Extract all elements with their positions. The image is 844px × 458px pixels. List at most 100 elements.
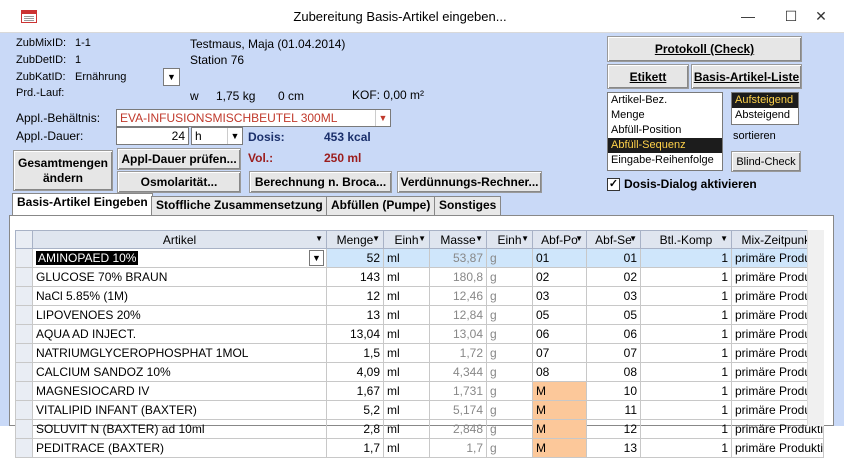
table-row[interactable]: NaCl 5.85% (1M) 12 ml 12,46 g 03 03 1 primäre Pr… (15, 286, 824, 306)
cell-abf-pos[interactable]: M (532, 381, 587, 401)
table-row[interactable]: CALCIUM SANDOZ 10% 4,09 ml 4,344 g 08 08 1 primä… (15, 362, 824, 382)
cell-abf-pos[interactable]: 01 (532, 248, 587, 268)
table-row[interactable]: MAGNESIOCARD IV 1,67 ml 1,731 g M 10 1 primäre P… (15, 381, 824, 401)
appl-dauer-pruefen-button[interactable]: Appl-Dauer prüfen... (117, 148, 241, 170)
cell-btl-komp[interactable]: 1 (640, 305, 732, 325)
table-row[interactable]: NATRIUMGLYCEROPHOSPHAT 1MOL 1,5 ml 1,72 g 07 0… (15, 343, 824, 363)
cell-menge[interactable]: 13,04 (326, 324, 384, 344)
cell-einh[interactable]: ml (383, 248, 430, 268)
cell-einh[interactable]: ml (383, 400, 430, 420)
cell-masse[interactable]: 180,8 (429, 267, 487, 287)
cell-masse[interactable]: 13,04 (429, 324, 487, 344)
chevron-down-icon[interactable]: ▼ (375, 110, 390, 126)
sort-order-item-selected[interactable]: Aufsteigend (732, 93, 798, 108)
cell-btl-komp[interactable]: 1 (640, 248, 732, 268)
behaeltnis-combo[interactable]: EVA-INFUSIONSMISCHBEUTEL 300ML ▼ (116, 109, 391, 127)
sort-field-item[interactable]: Menge (608, 108, 722, 123)
cell-einh-masse[interactable]: g (486, 248, 533, 268)
cell-einh-masse[interactable]: g (486, 381, 533, 401)
cell-einh-masse[interactable]: g (486, 305, 533, 325)
cell-abf-seq[interactable]: 01 (586, 248, 641, 268)
cell-menge[interactable]: 12 (326, 286, 384, 306)
chevron-down-icon[interactable]: ▼ (227, 128, 242, 144)
zubkatid-dropdown[interactable]: ▼ (163, 68, 180, 86)
cell-abf-pos[interactable]: M (532, 438, 587, 458)
cell-menge[interactable]: 5,2 (326, 400, 384, 420)
cell-einh-masse[interactable]: g (486, 362, 533, 382)
cell-einh-masse[interactable]: g (486, 400, 533, 420)
select-all-corner[interactable] (15, 230, 33, 249)
row-selector[interactable] (15, 324, 33, 344)
cell-masse[interactable]: 1,7 (429, 438, 487, 458)
row-selector[interactable] (15, 343, 33, 363)
column-header[interactable]: Artikel ▼ (32, 230, 327, 249)
sort-field-item[interactable]: Eingabe-Reihenfolge (608, 153, 722, 168)
row-selector[interactable] (15, 438, 33, 458)
cell-einh[interactable]: ml (383, 267, 430, 287)
cell-btl-komp[interactable]: 1 (640, 324, 732, 344)
chevron-down-icon[interactable]: ▼ (720, 234, 728, 243)
cell-artikel[interactable]: NATRIUMGLYCEROPHOSPHAT 1MOL (32, 343, 327, 363)
cell-mix-zeitpunkt[interactable]: primäre Produkti (731, 438, 824, 458)
blind-check-button[interactable]: Blind-Check (731, 151, 801, 172)
cell-abf-pos[interactable]: 05 (532, 305, 587, 325)
cell-einh-masse[interactable]: g (486, 419, 533, 439)
column-header[interactable]: Abf-Po ▼ (532, 230, 587, 249)
table-row[interactable]: VITALIPID INFANT (BAXTER) 5,2 ml 5,174 g M 11 1… (15, 400, 824, 420)
cell-abf-pos[interactable]: 08 (532, 362, 587, 382)
cell-artikel[interactable]: AMINOPAED 10% ▼ (32, 248, 327, 268)
basis-artikel-liste-button[interactable]: Basis-Artikel-Liste (691, 64, 802, 89)
cell-einh-masse[interactable]: g (486, 286, 533, 306)
tab-abfuellen-pumpe[interactable]: Abfüllen (Pumpe) (326, 196, 436, 215)
column-header[interactable]: Masse ▼ (429, 230, 487, 249)
cell-artikel[interactable]: CALCIUM SANDOZ 10% (32, 362, 327, 382)
cell-masse[interactable]: 53,87 (429, 248, 487, 268)
cell-einh[interactable]: ml (383, 419, 430, 439)
cell-abf-seq[interactable]: 02 (586, 267, 641, 287)
etikett-button[interactable]: Etikett (607, 64, 689, 89)
cell-masse[interactable]: 4,344 (429, 362, 487, 382)
cell-btl-komp[interactable]: 1 (640, 286, 732, 306)
cell-abf-seq[interactable]: 13 (586, 438, 641, 458)
cell-abf-pos[interactable]: M (532, 400, 587, 420)
cell-einh-masse[interactable]: g (486, 343, 533, 363)
cell-abf-seq[interactable]: 08 (586, 362, 641, 382)
row-selector[interactable] (15, 400, 33, 420)
row-selector[interactable] (15, 305, 33, 325)
cell-abf-seq[interactable]: 11 (586, 400, 641, 420)
tab-basis-artikel[interactable]: Basis-Artikel Eingeben (12, 193, 153, 216)
table-row[interactable]: AQUA AD INJECT. 13,04 ml 13,04 g 06 06 1 primäre… (15, 324, 824, 344)
table-row[interactable]: LIPOVENOES 20% 13 ml 12,84 g 05 05 1 primäre Pro… (15, 305, 824, 325)
row-selector[interactable] (15, 419, 33, 439)
gesamtmengen-button[interactable]: Gesamtmengen ändern (13, 150, 113, 191)
cell-btl-komp[interactable]: 1 (640, 381, 732, 401)
cell-masse[interactable]: 2,848 (429, 419, 487, 439)
cell-einh[interactable]: ml (383, 343, 430, 363)
cell-artikel[interactable]: GLUCOSE 70% BRAUN (32, 267, 327, 287)
cell-btl-komp[interactable]: 1 (640, 267, 732, 287)
cell-artikel[interactable]: PEDITRACE (BAXTER) (32, 438, 327, 458)
cell-abf-seq[interactable]: 07 (586, 343, 641, 363)
cell-btl-komp[interactable]: 1 (640, 362, 732, 382)
cell-btl-komp[interactable]: 1 (640, 343, 732, 363)
cell-artikel[interactable]: SOLUVIT N (BAXTER) ad 10ml (32, 419, 327, 439)
cell-menge[interactable]: 1,67 (326, 381, 384, 401)
sort-field-item-selected[interactable]: Abfüll-Sequenz (608, 138, 722, 153)
sort-field-item[interactable]: Artikel-Bez. (608, 93, 722, 108)
maximize-button[interactable]: ☐ (776, 4, 806, 28)
cell-menge[interactable]: 143 (326, 267, 384, 287)
cell-artikel[interactable]: NaCl 5.85% (1M) (32, 286, 327, 306)
column-header[interactable]: Abf-Se ▼ (586, 230, 641, 249)
cell-artikel[interactable]: VITALIPID INFANT (BAXTER) (32, 400, 327, 420)
cell-einh[interactable]: ml (383, 305, 430, 325)
cell-einh[interactable]: ml (383, 381, 430, 401)
tab-sonstiges[interactable]: Sonstiges (434, 196, 502, 215)
chevron-down-icon[interactable]: ▼ (629, 234, 637, 243)
chevron-down-icon[interactable]: ▼ (372, 234, 380, 243)
berechnung-broca-button[interactable]: Berechnung n. Broca... (249, 171, 392, 193)
chevron-down-icon[interactable]: ▼ (418, 234, 426, 243)
column-header[interactable]: Einh ▼ (383, 230, 430, 249)
cell-masse[interactable]: 1,72 (429, 343, 487, 363)
cell-menge[interactable]: 4,09 (326, 362, 384, 382)
cell-btl-komp[interactable]: 1 (640, 438, 732, 458)
